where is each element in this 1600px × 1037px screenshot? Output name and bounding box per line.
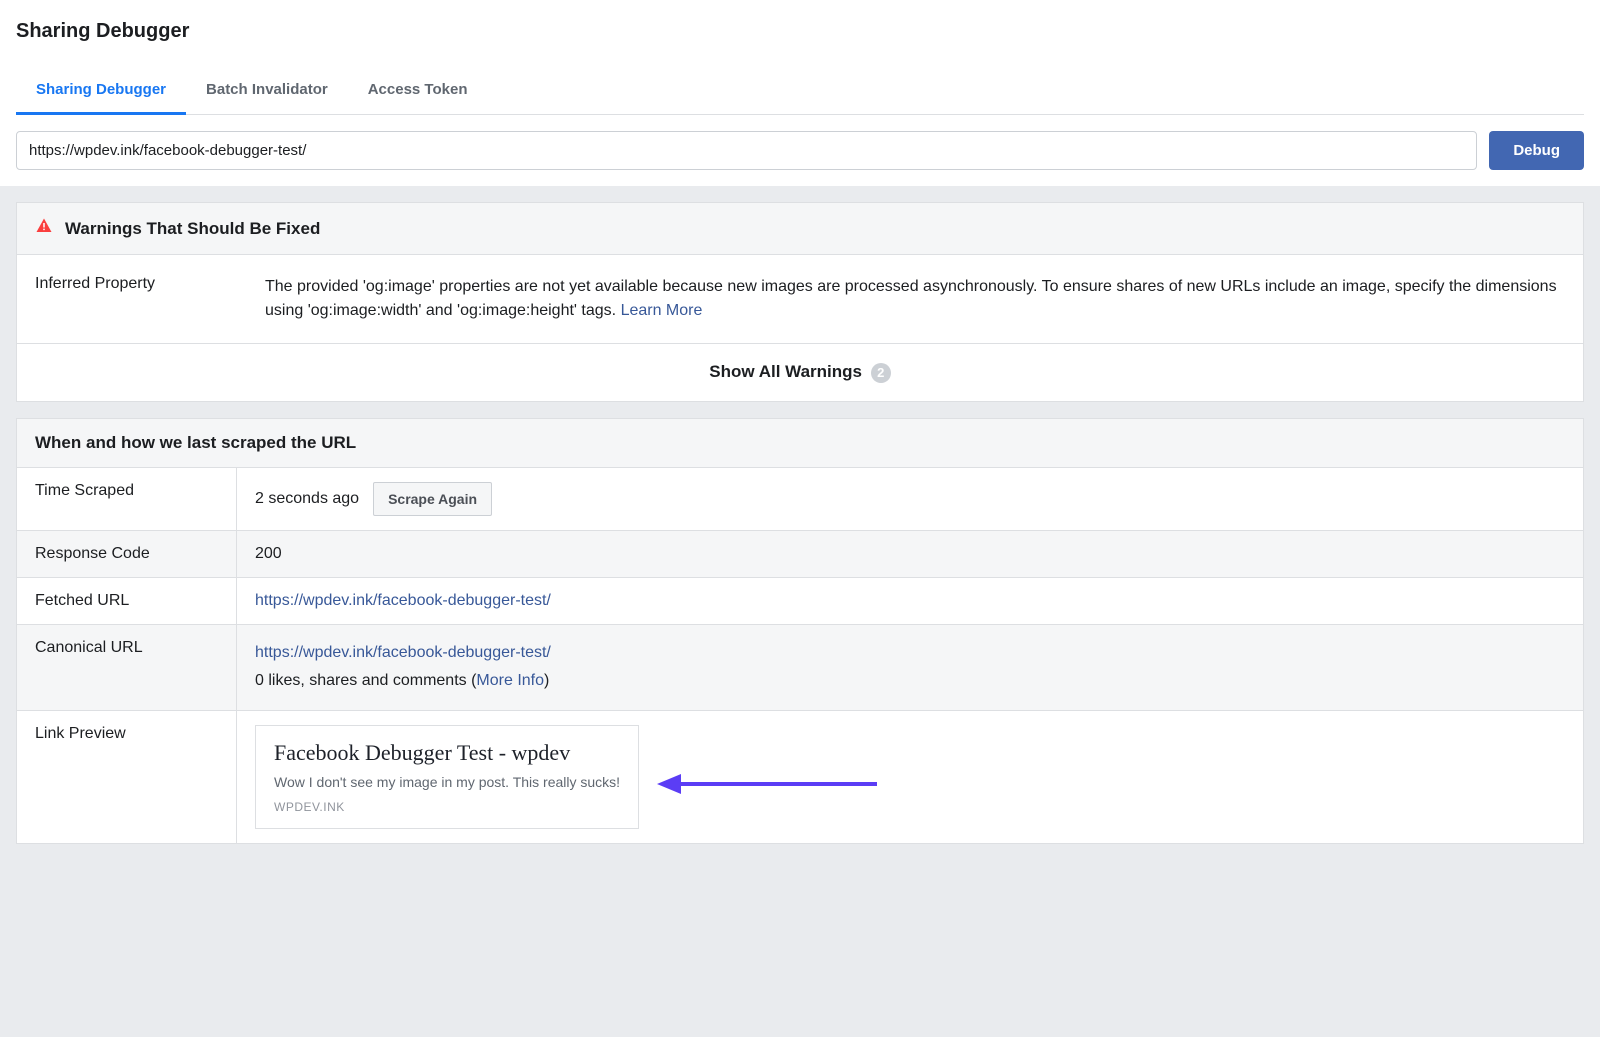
more-info-link[interactable]: More Info (476, 672, 544, 689)
warning-label-inferred: Inferred Property (35, 275, 265, 323)
show-all-warnings[interactable]: Show All Warnings 2 (17, 344, 1583, 401)
warning-icon (35, 217, 53, 240)
tab-batch-invalidator[interactable]: Batch Invalidator (186, 67, 348, 115)
url-input[interactable] (16, 131, 1477, 170)
tab-sharing-debugger[interactable]: Sharing Debugger (16, 67, 186, 115)
warning-body-text: The provided 'og:image' properties are n… (265, 278, 1557, 319)
tabs: Sharing Debugger Batch Invalidator Acces… (16, 67, 1584, 115)
scrape-header: When and how we last scraped the URL (35, 433, 356, 453)
link-preview-label: Link Preview (17, 711, 237, 843)
warning-text-inferred: The provided 'og:image' properties are n… (265, 275, 1565, 323)
show-all-label: Show All Warnings (709, 362, 862, 381)
arrow-icon (657, 772, 877, 801)
fetched-url-link[interactable]: https://wpdev.ink/facebook-debugger-test… (255, 592, 551, 610)
preview-domain: WPDEV.INK (274, 800, 620, 814)
canonical-stats-prefix: 0 likes, shares and comments ( (255, 672, 476, 689)
response-code-value: 200 (237, 531, 1583, 577)
warnings-header: Warnings That Should Be Fixed (65, 219, 320, 239)
tab-access-token[interactable]: Access Token (348, 67, 488, 115)
time-scraped-label: Time Scraped (17, 468, 237, 530)
warnings-count-badge: 2 (871, 363, 891, 383)
canonical-url-label: Canonical URL (17, 625, 237, 711)
page-title: Sharing Debugger (16, 20, 1584, 43)
preview-title: Facebook Debugger Test - wpdev (274, 740, 620, 766)
scrape-card: When and how we last scraped the URL Tim… (16, 418, 1584, 845)
debug-button[interactable]: Debug (1489, 131, 1584, 170)
warnings-card: Warnings That Should Be Fixed Inferred P… (16, 202, 1584, 402)
response-code-label: Response Code (17, 531, 237, 577)
fetched-url-label: Fetched URL (17, 578, 237, 624)
scrape-again-button[interactable]: Scrape Again (373, 482, 492, 516)
time-scraped-value: 2 seconds ago (255, 490, 359, 508)
learn-more-link[interactable]: Learn More (621, 302, 703, 319)
link-preview-card: Facebook Debugger Test - wpdev Wow I don… (255, 725, 639, 829)
canonical-stats-suffix: ) (544, 672, 549, 689)
canonical-url-link[interactable]: https://wpdev.ink/facebook-debugger-test… (255, 644, 551, 661)
preview-description: Wow I don't see my image in my post. Thi… (274, 774, 620, 790)
